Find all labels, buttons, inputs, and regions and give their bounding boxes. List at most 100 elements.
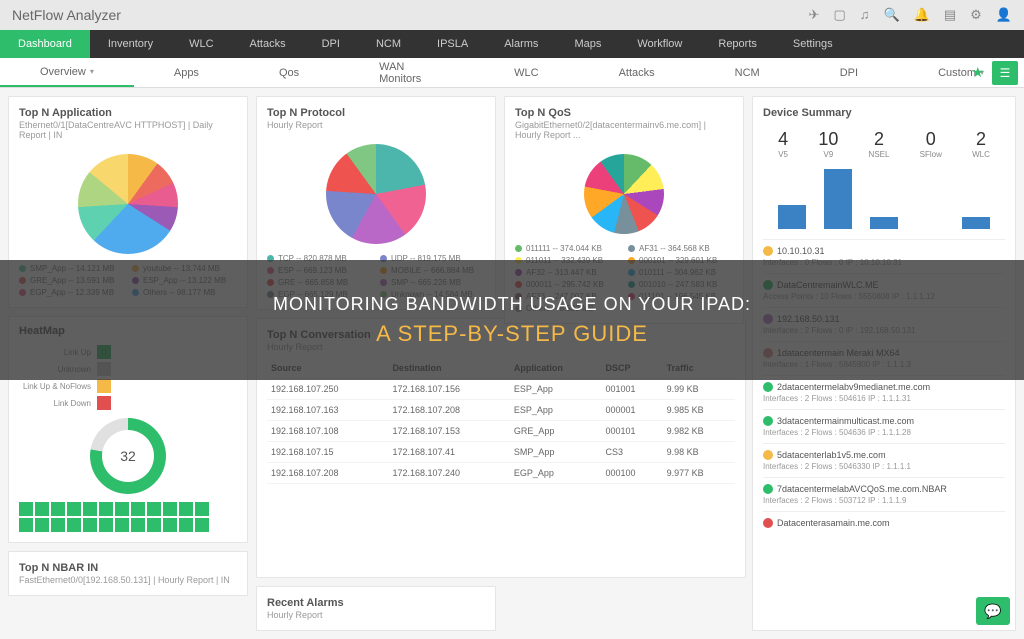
bar bbox=[962, 217, 990, 229]
tab-ipsla[interactable]: IPSLA bbox=[419, 30, 486, 58]
hm-cell bbox=[147, 518, 161, 532]
hm-cell bbox=[51, 502, 65, 516]
chevron-down-icon: ▾ bbox=[90, 67, 94, 76]
card-nbar: Top N NBAR IN FastEthernet0/0[192.168.50… bbox=[8, 551, 248, 596]
tab-inventory[interactable]: Inventory bbox=[90, 30, 171, 58]
hm-cell bbox=[131, 518, 145, 532]
device-row[interactable]: Datacenterasamain.me.com bbox=[763, 511, 1005, 536]
device-counts: 4V5 10V9 2NSEL 0SFlow 2WLC bbox=[763, 129, 1005, 159]
hm-cell bbox=[147, 502, 161, 516]
hm-cell bbox=[83, 502, 97, 516]
hm-cell bbox=[195, 518, 209, 532]
devices-icon[interactable]: ▤ bbox=[944, 7, 956, 23]
tab2-ncm[interactable]: NCM bbox=[695, 58, 800, 87]
search-icon[interactable]: 🔍 bbox=[883, 7, 899, 23]
secondary-nav: Overview▾ Apps Qos WAN Monitors WLC Atta… bbox=[0, 58, 1024, 88]
device-count: 2WLC bbox=[972, 129, 990, 159]
card-title: Recent Alarms bbox=[267, 597, 485, 609]
donut-chart: 32 bbox=[90, 418, 166, 494]
card-title: Top N NBAR IN bbox=[19, 562, 237, 574]
gear-icon[interactable]: ⚙ bbox=[970, 7, 982, 23]
device-count: 0SFlow bbox=[920, 129, 942, 159]
tab-dashboard[interactable]: Dashboard bbox=[0, 30, 90, 58]
hm-cell bbox=[163, 502, 177, 516]
status-icon bbox=[763, 382, 773, 392]
card-alarms: Recent Alarms Hourly Report bbox=[256, 586, 496, 631]
status-icon bbox=[763, 518, 773, 528]
tab-reports[interactable]: Reports bbox=[700, 30, 775, 58]
hm-cell bbox=[99, 502, 113, 516]
tab-maps[interactable]: Maps bbox=[556, 30, 619, 58]
device-row[interactable]: 5datacenterlab1v5.me.comInterfaces : 2 F… bbox=[763, 443, 1005, 477]
hm-cell bbox=[67, 518, 81, 532]
tab-workflow[interactable]: Workflow bbox=[619, 30, 700, 58]
hm-cell bbox=[35, 502, 49, 516]
tab2-wan[interactable]: WAN Monitors bbox=[339, 58, 474, 87]
device-count: 10V9 bbox=[818, 129, 838, 159]
overlay-banner: MONITORING BANDWIDTH USAGE ON YOUR IPAD:… bbox=[0, 260, 1024, 380]
status-icon bbox=[763, 484, 773, 494]
bar bbox=[778, 205, 806, 229]
legend-item: 011111 -- 374.044 KB bbox=[515, 244, 620, 253]
card-subtitle: Ethernet0/1[DataCentreAVC HTTPHOST] | Da… bbox=[19, 120, 237, 140]
hm-label: Link Up & NoFlows bbox=[19, 382, 91, 391]
status-icon bbox=[763, 416, 773, 426]
chat-button[interactable]: 💬 bbox=[976, 597, 1010, 625]
app-brand: NetFlow Analyzer bbox=[12, 7, 121, 23]
device-bars bbox=[763, 169, 1005, 229]
hm-cell bbox=[83, 518, 97, 532]
tab-ncm[interactable]: NCM bbox=[358, 30, 419, 58]
card-subtitle: FastEthernet0/0[192.168.50.131] | Hourly… bbox=[19, 575, 237, 585]
tab2-apps[interactable]: Apps bbox=[134, 58, 239, 87]
card-title: Top N Protocol bbox=[267, 107, 485, 119]
filter-button[interactable]: ☰ bbox=[992, 61, 1018, 85]
card-subtitle: GigabitEthernet0/2[datacentermainv6.me.c… bbox=[515, 120, 733, 140]
hm-cell bbox=[179, 502, 193, 516]
pie-chart-application bbox=[78, 154, 178, 254]
tab2-qos[interactable]: Qos bbox=[239, 58, 339, 87]
hm-cell bbox=[51, 518, 65, 532]
device-row[interactable]: 3datacentermainmulticast.me.comInterface… bbox=[763, 409, 1005, 443]
hm-label: Link Down bbox=[19, 399, 91, 408]
pie-chart-qos bbox=[584, 154, 664, 234]
tab2-wlc[interactable]: WLC bbox=[474, 58, 578, 87]
rocket-icon[interactable]: ✈ bbox=[809, 7, 820, 23]
hm-cell bbox=[131, 502, 145, 516]
tab2-attacks[interactable]: Attacks bbox=[579, 58, 695, 87]
headset-icon[interactable]: ♫ bbox=[860, 7, 870, 23]
hm-cell bbox=[179, 518, 193, 532]
header-icons: ✈ ▢ ♫ 🔍 🔔 ▤ ⚙ 👤 bbox=[809, 7, 1012, 23]
tab2-dpi[interactable]: DPI bbox=[800, 58, 898, 87]
tab-dpi[interactable]: DPI bbox=[304, 30, 358, 58]
device-count: 2NSEL bbox=[869, 129, 890, 159]
user-icon[interactable]: 👤 bbox=[996, 7, 1012, 23]
star-icon[interactable]: ★ bbox=[971, 64, 984, 81]
monitor-icon[interactable]: ▢ bbox=[833, 7, 845, 23]
hm-cell bbox=[195, 502, 209, 516]
card-subtitle: Hourly Report bbox=[267, 610, 485, 620]
status-icon bbox=[763, 450, 773, 460]
card-title: Top N QoS bbox=[515, 107, 733, 119]
tab-settings[interactable]: Settings bbox=[775, 30, 851, 58]
donut-center: 32 bbox=[120, 448, 136, 464]
tab-alarms[interactable]: Alarms bbox=[486, 30, 556, 58]
device-row[interactable]: 2datacentermelabv9medianet.me.comInterfa… bbox=[763, 375, 1005, 409]
device-row[interactable]: 7datacentermelabAVCQoS.me.com.NBARInterf… bbox=[763, 477, 1005, 511]
tab-attacks[interactable]: Attacks bbox=[232, 30, 304, 58]
hm-cell bbox=[97, 396, 111, 410]
status-icon bbox=[763, 246, 773, 256]
hm-cell bbox=[115, 502, 129, 516]
hm-cell bbox=[97, 379, 111, 393]
hm-cell bbox=[99, 518, 113, 532]
hm-cell bbox=[67, 502, 81, 516]
heatmap-grid bbox=[19, 502, 237, 532]
bar bbox=[824, 169, 852, 229]
card-title: Device Summary bbox=[763, 107, 1005, 119]
device-count: 4V5 bbox=[778, 129, 788, 159]
hm-cell bbox=[35, 518, 49, 532]
tab-wlc[interactable]: WLC bbox=[171, 30, 231, 58]
bell-icon[interactable]: 🔔 bbox=[914, 7, 930, 23]
legend-item: AF31 -- 364.568 KB bbox=[628, 244, 733, 253]
primary-nav: Dashboard Inventory WLC Attacks DPI NCM … bbox=[0, 30, 1024, 58]
tab2-overview[interactable]: Overview▾ bbox=[0, 58, 134, 87]
